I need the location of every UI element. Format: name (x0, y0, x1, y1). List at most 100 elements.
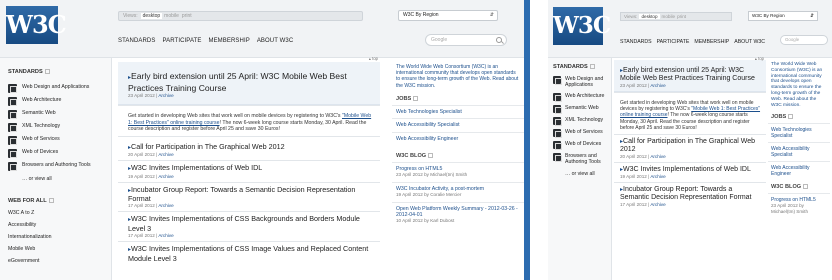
news-title[interactable]: W3C Invites Implementations of Web IDL (620, 166, 762, 174)
sidebar-link-mobile-web[interactable]: Mobile Web (0, 243, 111, 255)
collapse-box-icon[interactable] (413, 95, 419, 101)
news-date: 17 April 2012 (620, 202, 647, 208)
collapse-box-icon[interactable] (48, 198, 54, 204)
collapse-box-icon[interactable] (803, 184, 809, 190)
collapse-box-icon[interactable] (428, 153, 434, 159)
blog-post[interactable]: Progress on HTML5 23 April 2012 by Michae… (768, 193, 830, 218)
news-title[interactable]: Call for Participation in The Graphical … (128, 142, 374, 152)
collapse-box-icon[interactable] (788, 114, 794, 120)
news-body: Get started in developing Web sites that… (620, 100, 762, 131)
blog-post[interactable]: Progress on HTML5 23 April 2012 by Michae… (392, 162, 524, 182)
archive-link[interactable]: Archive (158, 233, 173, 238)
news-date: 17 April 2012 (128, 233, 155, 239)
archive-link[interactable]: Archive (650, 154, 665, 159)
sidebar-item-label: Semantic Web (565, 104, 599, 111)
news-title[interactable]: W3C Invites Implementations of CSS Backg… (128, 215, 374, 233)
region-select[interactable]: W3C By Region ⇵ (398, 10, 498, 21)
job-link[interactable]: Web Technologies Specialist (768, 123, 830, 142)
search-input[interactable]: Google (780, 35, 828, 45)
nav-about[interactable]: ABOUT W3C (734, 39, 765, 45)
nav-standards[interactable]: STANDARDS (620, 39, 652, 45)
archive-link[interactable]: Archive (158, 203, 173, 208)
sidebar-item-web-architecture[interactable]: Web Architecture (548, 91, 611, 103)
sidebar-item-semantic-web[interactable]: Semantic Web (548, 103, 611, 115)
archive-link[interactable]: Archive (158, 174, 173, 179)
nav-membership[interactable]: MEMBERSHIP (208, 38, 249, 44)
job-link[interactable]: Web Technologies Specialist (392, 104, 524, 118)
collapse-box-icon[interactable] (44, 69, 50, 75)
search-placeholder: Google (431, 37, 448, 43)
search-input[interactable]: Google (425, 34, 507, 46)
top-link[interactable]: ▴ top (755, 56, 764, 61)
blog-heading: W3C BLOG (768, 180, 830, 193)
nav-standards[interactable]: STANDARDS (118, 38, 155, 44)
news-item: W3C Invites Implementations of CSS Backg… (118, 211, 380, 241)
top-link[interactable]: ▴ top (369, 56, 378, 61)
sidebar-item-browsers[interactable]: Browsers and Authoring Tools (0, 160, 111, 173)
sidebar-item-web-design[interactable]: Web Design and Applications (0, 82, 111, 95)
sidebar-item-semantic-web[interactable]: Semantic Web (0, 108, 111, 121)
news-title[interactable]: W3C Invites Implementations of CSS Image… (128, 245, 374, 263)
sidebar-item-web-of-devices[interactable]: Web of Devices (548, 139, 611, 151)
view-desktop[interactable]: desktop (639, 14, 660, 19)
view-mobile[interactable]: mobile (164, 13, 179, 19)
view-mobile[interactable]: mobile (662, 14, 676, 19)
sidebar-item-web-of-services[interactable]: Web of Services (548, 127, 611, 139)
sidebar-item-xml[interactable]: XML Technology (548, 115, 611, 127)
sidebar-item-web-design[interactable]: Web Design and Applications (548, 74, 611, 91)
w3c-intro[interactable]: The World Wide Web Consortium (W3C) is a… (768, 60, 830, 110)
search-icon[interactable] (496, 37, 502, 43)
category-icon (553, 92, 562, 102)
nav-membership[interactable]: MEMBERSHIP (694, 39, 729, 45)
or-view-all-link[interactable]: … or view all (548, 168, 611, 180)
nav-about[interactable]: ABOUT W3C (257, 38, 293, 44)
view-print[interactable]: print (182, 13, 192, 19)
sidebar-item-browsers[interactable]: Browsers and Authoring Tools (548, 151, 611, 168)
nav-participate[interactable]: PARTICIPATE (657, 39, 690, 45)
sidebar-link-accessibility[interactable]: Accessibility (0, 219, 111, 231)
region-select[interactable]: W3C By Region ⇵ (748, 11, 818, 21)
nav-participate[interactable]: PARTICIPATE (162, 38, 201, 44)
w3c-logo[interactable]: W3C (6, 6, 67, 44)
w3c-intro[interactable]: The World Wide Web Consortium (W3C) is a… (392, 62, 524, 91)
job-link[interactable]: Web Accessibility Specialist (392, 118, 524, 131)
sidebar-link-egovernment[interactable]: eGovernment (0, 255, 111, 267)
job-link[interactable]: Web Accessibility Engineer (768, 161, 830, 180)
category-icon (553, 152, 562, 162)
blog-post-meta: 19 April 2012 by Coralie Mercier (396, 192, 462, 198)
news-meta: 23 April 2012 | Archive (128, 93, 174, 98)
collapse-box-icon[interactable] (589, 64, 595, 70)
news-title[interactable]: Call for Participation in The Graphical … (620, 138, 762, 154)
sidebar-item-web-of-devices[interactable]: Web of Devices (0, 147, 111, 160)
job-link[interactable]: Web Accessibility Engineer (392, 131, 524, 145)
archive-link[interactable]: Archive (650, 83, 665, 88)
news-title[interactable]: Early bird extension until 25 April: W3C… (620, 67, 762, 83)
blog-post[interactable]: Open Web Platform Weekly Summary - 2012-… (392, 201, 524, 228)
sidebar-item-label: Web Architecture (565, 92, 605, 99)
window-scrollbar[interactable] (524, 0, 530, 280)
news-title[interactable]: Incubator Group Report: Towards a Semant… (128, 185, 374, 204)
category-icon (553, 140, 562, 150)
sidebar-item-web-architecture[interactable]: Web Architecture (0, 95, 111, 108)
sidebar-item-web-of-services[interactable]: Web of Services (0, 134, 111, 147)
category-icon (553, 128, 562, 138)
or-view-all-link[interactable]: … or view all (0, 173, 111, 185)
view-desktop[interactable]: desktop (140, 13, 163, 19)
archive-link[interactable]: Archive (158, 152, 173, 157)
job-link[interactable]: Web Accessibility Specialist (768, 142, 830, 161)
archive-link[interactable]: Archive (650, 174, 665, 179)
news-date: 17 April 2012 (128, 203, 155, 209)
sidebar-item-xml[interactable]: XML Technology (0, 121, 111, 134)
view-print[interactable]: print (677, 14, 686, 19)
blog-heading-text: W3C BLOG (771, 184, 802, 191)
archive-link[interactable]: Archive (650, 202, 665, 207)
news-title[interactable]: Incubator Group Report: Towards a Semant… (620, 186, 762, 202)
news-item: W3C Invites Implementations of CSS Image… (118, 241, 380, 266)
news-title[interactable]: W3C Invites Implementations of Web IDL (128, 163, 374, 173)
sidebar-link-a-to-z[interactable]: W3C A to Z (0, 207, 111, 219)
blog-post[interactable]: W3C Incubator Activity, a post-mortem 19 … (392, 181, 524, 202)
w3c-logo[interactable]: W3C (553, 7, 611, 45)
archive-link[interactable]: Archive (158, 93, 173, 98)
news-title[interactable]: Early bird extension until 25 April: W3C… (128, 71, 374, 93)
sidebar-link-i18n[interactable]: Internationalization (0, 231, 111, 243)
